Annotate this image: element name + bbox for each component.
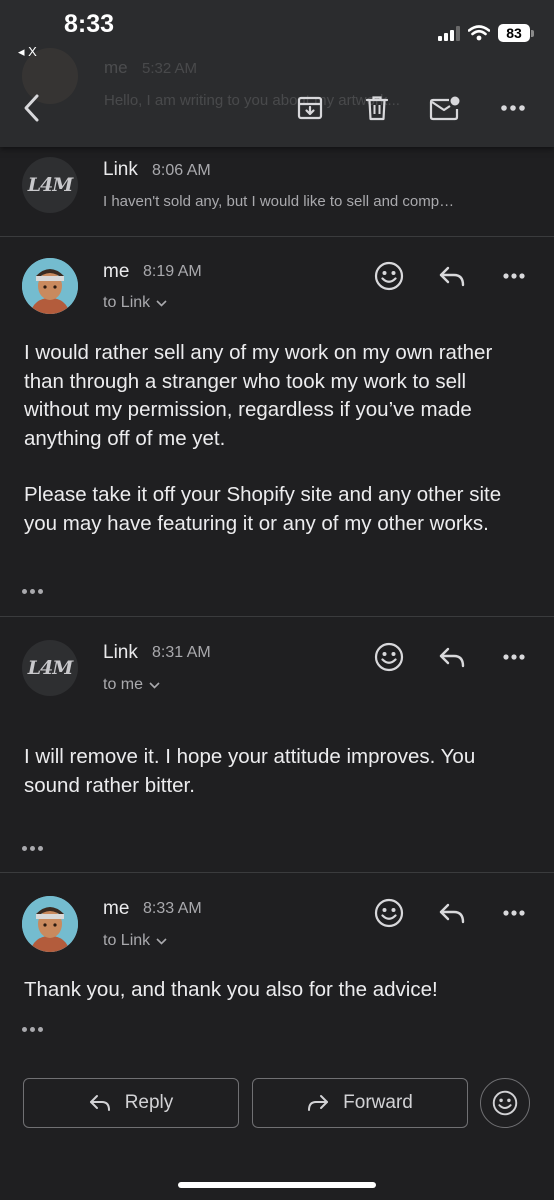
emoji-icon [374,898,404,928]
wifi-icon [468,25,490,41]
divider [0,872,554,873]
recipient-details[interactable]: to Link [103,932,167,950]
reply-button[interactable] [432,256,472,296]
emoji-icon [374,261,404,291]
forward-button[interactable]: Forward [252,1078,468,1128]
message-body: Thank you, and thank you also for the ad… [24,978,438,1001]
more-icon [503,273,525,279]
archive-icon [297,96,323,120]
message-body: Please take it off your Shopify site and… [24,483,502,535]
forward-icon [308,1095,329,1111]
show-trimmed-content-button[interactable] [22,585,52,597]
more-options-button[interactable] [494,893,534,933]
collapsed-message[interactable]: L4M Link 8:06 AM I haven't sold any, but… [0,147,554,237]
recipient-details[interactable]: to Link [103,294,167,312]
sender-name: me [103,261,130,282]
sender-name: Link [103,642,138,663]
trash-icon [365,96,389,121]
more-options-button[interactable] [494,637,534,677]
message-body: I will remove it. I hope your attitude i… [24,745,476,797]
timestamp: 8:31 AM [152,644,211,661]
sender-name: me [104,58,128,77]
reply-button[interactable] [432,893,472,933]
emoji-icon [492,1090,518,1116]
more-icon [503,910,525,916]
more-icon [501,105,525,111]
add-reaction-button[interactable] [369,893,409,933]
recipient-label: to Link [103,294,151,311]
avatar: L4M [22,640,78,696]
avatar: L4M [22,157,78,213]
show-trimmed-content-button[interactable] [22,1023,52,1035]
sender-name: Link [103,159,138,180]
add-reaction-button[interactable] [480,1078,530,1128]
timestamp: 8:06 AM [152,162,211,179]
more-options-button[interactable] [493,88,533,128]
back-chevron-icon [24,94,39,122]
delete-button[interactable] [357,88,397,128]
status-icons: 83 [438,24,534,42]
add-reaction-button[interactable] [369,256,409,296]
add-reaction-button[interactable] [369,637,409,677]
reply-button[interactable]: Reply [23,1078,239,1128]
cellular-signal-icon [438,25,460,41]
avatar [22,896,78,952]
archive-button[interactable] [290,88,330,128]
back-to-app-link[interactable]: ◂ X [18,44,37,60]
avatar [22,258,78,314]
reply-icon [439,647,465,668]
emoji-icon [374,642,404,672]
home-indicator [178,1182,376,1188]
reply-label: Reply [124,1092,174,1113]
reply-icon [439,903,465,924]
message-snippet: I haven't sold any, but I would like to … [103,193,455,210]
top-bar: me 5:32 AM Hello, I am writing to you ab… [0,0,554,147]
mark-unread-button[interactable] [425,88,465,128]
divider [0,616,554,617]
back-button[interactable] [12,88,52,128]
mark-unread-icon [429,96,460,121]
chevron-down-icon [156,299,167,307]
more-options-button[interactable] [494,256,534,296]
timestamp: 5:32 AM [142,60,198,77]
message-body: I would rather sell any of my work on my… [24,341,493,450]
reply-icon [89,1095,110,1111]
timestamp: 8:33 AM [143,900,202,917]
timestamp: 8:19 AM [143,263,202,280]
battery-icon: 83 [498,24,534,42]
reply-button[interactable] [432,637,472,677]
sender-name: me [103,898,130,919]
battery-level: 83 [498,24,530,42]
chevron-down-icon [156,937,167,945]
chevron-down-icon [149,681,160,689]
status-time: 8:33 [64,10,115,38]
recipient-label: to Link [103,932,151,949]
forward-label: Forward [343,1092,413,1113]
message-toolbar [0,82,554,134]
more-icon [503,654,525,660]
recipient-details[interactable]: to me [103,676,160,694]
show-trimmed-content-button[interactable] [22,842,52,854]
recipient-label: to me [103,676,144,693]
reply-icon [439,266,465,287]
